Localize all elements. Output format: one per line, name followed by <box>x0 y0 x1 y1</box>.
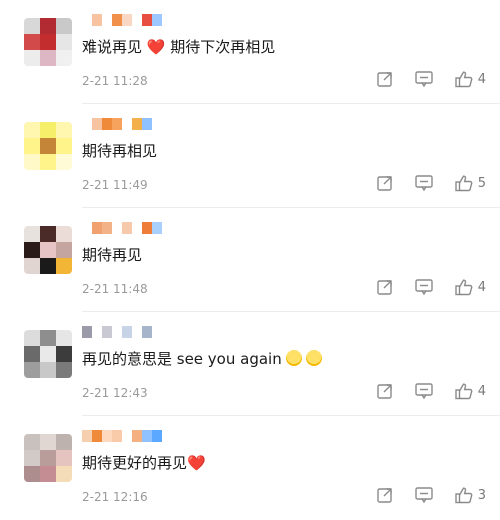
like-button[interactable]: 4 <box>454 70 486 88</box>
comment-actions: 3 <box>356 486 486 504</box>
share-icon <box>376 486 394 504</box>
like-button[interactable]: 4 <box>454 382 486 400</box>
username-mosaic[interactable] <box>82 326 162 340</box>
like-count: 4 <box>477 383 486 399</box>
comment-actions: 5 <box>356 174 486 192</box>
avatar[interactable] <box>24 226 72 274</box>
avatar[interactable] <box>24 18 72 66</box>
like-button[interactable]: 3 <box>454 486 486 504</box>
comment-time: 2-21 11:28 <box>82 74 148 88</box>
username-mosaic[interactable] <box>82 222 162 236</box>
comment-icon <box>414 278 434 296</box>
comment-text: 期待更好的再见❤️ <box>82 452 206 474</box>
share-button[interactable] <box>376 486 394 504</box>
comment-time: 2-21 12:16 <box>82 490 148 504</box>
comment-icon <box>414 70 434 88</box>
share-button[interactable] <box>376 278 394 296</box>
reply-button[interactable] <box>414 70 434 88</box>
username-mosaic[interactable] <box>82 14 162 28</box>
hug-emoji-icon <box>305 350 322 366</box>
like-count: 4 <box>477 71 486 87</box>
comment-item[interactable]: 期待再相见 2-21 11:49 5 <box>0 104 500 208</box>
like-count: 3 <box>477 487 486 503</box>
comment-item[interactable]: 期待更好的再见❤️ 2-21 12:16 3 <box>0 416 500 520</box>
avatar[interactable] <box>24 330 72 378</box>
thumbs-up-icon <box>454 382 474 400</box>
username-mosaic[interactable] <box>82 118 162 132</box>
like-count: 5 <box>477 175 486 191</box>
comment-actions: 4 <box>356 70 486 88</box>
avatar[interactable] <box>24 434 72 482</box>
comment-icon <box>414 174 434 192</box>
thumbs-up-icon <box>454 486 474 504</box>
username-mosaic[interactable] <box>82 430 162 444</box>
share-button[interactable] <box>376 174 394 192</box>
thumbs-up-icon <box>454 70 474 88</box>
comment-text-part: 期待下次再相见 <box>165 38 276 56</box>
share-icon <box>376 70 394 88</box>
comment-text-part: 期待更好的再见 <box>82 454 188 472</box>
comment-item[interactable]: 再见的意思是 see you again 2-21 12:43 4 <box>0 312 500 416</box>
reply-button[interactable] <box>414 382 434 400</box>
comment-text: 难说再见 ❤️ 期待下次再相见 <box>82 36 275 58</box>
comment-text: 再见的意思是 see you again <box>82 348 322 370</box>
thumbs-up-icon <box>454 278 474 296</box>
share-icon <box>376 382 394 400</box>
heart-emoji: ❤️ <box>146 38 166 56</box>
like-button[interactable]: 5 <box>454 174 486 192</box>
like-button[interactable]: 4 <box>454 278 486 296</box>
reply-button[interactable] <box>414 278 434 296</box>
comment-actions: 4 <box>356 382 486 400</box>
reply-button[interactable] <box>414 174 434 192</box>
thumbs-up-icon <box>454 174 474 192</box>
comment-text-part: 难说再见 <box>82 38 147 56</box>
avatar[interactable] <box>24 122 72 170</box>
hug-emoji-icon <box>285 350 302 366</box>
comment-item[interactable]: 期待再见 2-21 11:48 4 <box>0 208 500 312</box>
comment-text: 期待再相见 <box>82 140 157 162</box>
comment-feed: 难说再见 ❤️ 期待下次再相见 2-21 11:28 4 期待再相见 2-21 11:4… <box>0 0 500 513</box>
comment-icon <box>414 382 434 400</box>
comment-actions: 4 <box>356 278 486 296</box>
comment-text: 期待再见 <box>82 244 142 266</box>
comment-item[interactable]: 难说再见 ❤️ 期待下次再相见 2-21 11:28 4 <box>0 0 500 104</box>
like-count: 4 <box>477 279 486 295</box>
share-button[interactable] <box>376 382 394 400</box>
comment-time: 2-21 12:43 <box>82 386 148 400</box>
share-icon <box>376 174 394 192</box>
heart-emoji: ❤️ <box>187 454 206 472</box>
comment-time: 2-21 11:48 <box>82 282 148 296</box>
share-icon <box>376 278 394 296</box>
comment-icon <box>414 486 434 504</box>
comment-text-part: 期待再见 <box>82 246 143 264</box>
comment-time: 2-21 11:49 <box>82 178 148 192</box>
reply-button[interactable] <box>414 486 434 504</box>
share-button[interactable] <box>376 70 394 88</box>
comment-text-part: 期待再相见 <box>82 142 158 160</box>
comment-text-part: 再见的意思是 see you again <box>82 350 282 368</box>
